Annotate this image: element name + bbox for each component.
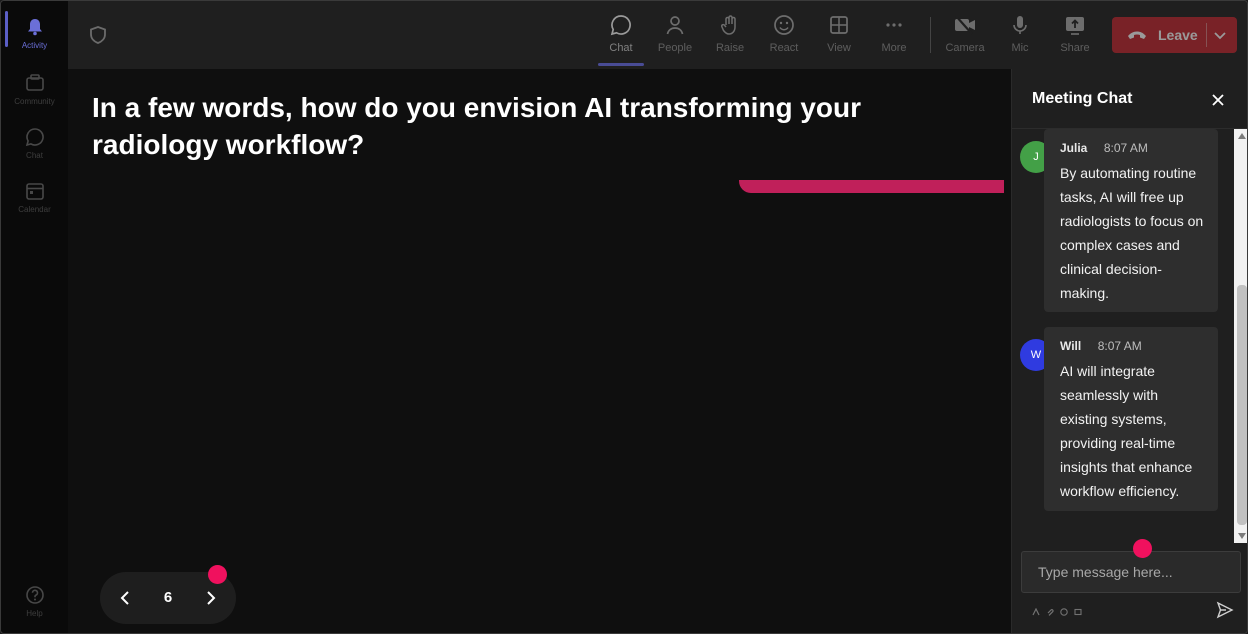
chevron-left-icon: [120, 591, 129, 605]
mic-icon: [1008, 13, 1032, 37]
share-button-label: Share: [1060, 42, 1090, 54]
react-button[interactable]: React: [758, 1, 810, 69]
rail-item-help[interactable]: Help: [1, 575, 68, 627]
highlight-dot: [208, 565, 227, 584]
close-chat-button[interactable]: [1208, 90, 1228, 110]
view-button-label: View: [827, 42, 851, 54]
mic-button-label: Mic: [1011, 42, 1029, 54]
message-text: By automating routine tasks, AI will fre…: [1060, 165, 1204, 301]
shield-icon: [88, 25, 108, 45]
share-screen-icon: [1063, 13, 1087, 37]
slide-question: In a few words, how do you envision AI t…: [92, 92, 862, 160]
people-button[interactable]: People: [649, 1, 701, 69]
raise-hand-button[interactable]: Raise: [704, 1, 756, 69]
chat-scrollbar[interactable]: [1234, 129, 1247, 543]
chat-message: Will 8:07 AM AI will integrate seamlessl…: [1044, 327, 1218, 511]
active-tab-underline: [598, 63, 644, 66]
message-time: 8:07 AM: [1097, 339, 1142, 353]
camera-button[interactable]: Camera: [939, 1, 991, 69]
emoji-icon[interactable]: [1060, 603, 1068, 616]
hand-icon: [718, 13, 742, 37]
grid-icon: [827, 13, 851, 37]
format-icon[interactable]: [1032, 603, 1040, 616]
meeting-chat-panel: Meeting Chat J Julia 8:07 AM By automati…: [1011, 69, 1247, 633]
presentation-stage: In a few words, how do you envision AI t…: [68, 69, 1011, 633]
rail-item-activity[interactable]: Activity: [1, 7, 68, 59]
toolbar-divider: [930, 17, 931, 53]
chat-button[interactable]: Chat: [595, 1, 647, 69]
chat-panel-title: Meeting Chat: [1032, 90, 1133, 107]
chevron-right-icon: [207, 591, 216, 605]
leave-split-divider: [1206, 23, 1207, 47]
highlight-dot: [1133, 539, 1152, 558]
chat-icon: [24, 126, 46, 148]
attach-icon[interactable]: [1046, 603, 1054, 616]
rail-label: Calendar: [18, 205, 51, 214]
slide-accent-bar: [739, 180, 1004, 193]
app-rail: Activity Community Chat Calendar Help: [1, 1, 68, 633]
community-icon: [24, 72, 46, 94]
format-toolbar: [1032, 603, 1082, 616]
chat-compose-box[interactable]: [1021, 551, 1241, 593]
mic-button[interactable]: Mic: [994, 1, 1046, 69]
leave-button-label: Leave: [1158, 27, 1198, 43]
rail-item-community[interactable]: Community: [1, 63, 68, 115]
scrollbar-thumb[interactable]: [1237, 285, 1247, 525]
view-button[interactable]: View: [813, 1, 865, 69]
more-button-label: More: [881, 42, 907, 54]
rail-item-chat[interactable]: Chat: [1, 117, 68, 169]
chat-message: Julia 8:07 AM By automating routine task…: [1044, 129, 1218, 312]
more-button[interactable]: More: [868, 1, 920, 69]
rail-label: Community: [14, 97, 55, 106]
message-author: Julia: [1060, 141, 1088, 155]
meeting-toolbar: Chat People Raise React View More Camera…: [68, 1, 1247, 69]
scroll-up-arrow[interactable]: [1238, 133, 1246, 139]
help-icon: [24, 584, 46, 606]
camera-button-label: Camera: [945, 42, 985, 54]
rail-item-calendar[interactable]: Calendar: [1, 171, 68, 223]
ellipsis-icon: [882, 13, 906, 37]
people-icon: [663, 13, 687, 37]
avatar-initial: W: [1030, 349, 1042, 361]
rail-label: Activity: [21, 41, 48, 50]
meeting-window: Activity Community Chat Calendar Help Ch…: [0, 0, 1248, 634]
calendar-icon: [24, 180, 46, 202]
message-time: 8:07 AM: [1103, 141, 1148, 155]
rail-label: Help: [26, 609, 43, 618]
chat-icon: [609, 13, 633, 37]
smiley-icon: [772, 13, 796, 37]
bell-icon: [24, 16, 46, 38]
chat-button-label: Chat: [609, 42, 633, 54]
message-text: AI will integrate seamlessly with existi…: [1060, 363, 1193, 499]
previous-slide-button[interactable]: [114, 586, 138, 610]
scroll-down-arrow[interactable]: [1238, 533, 1246, 539]
camera-off-icon: [953, 13, 977, 37]
share-button[interactable]: Share: [1049, 1, 1101, 69]
phone-hangup-icon: [1128, 31, 1146, 39]
raise-button-label: Raise: [715, 42, 745, 54]
close-icon: [1212, 94, 1224, 106]
react-button-label: React: [769, 42, 799, 54]
chat-message-list: J Julia 8:07 AM By automating routine ta…: [1012, 129, 1234, 543]
next-slide-button[interactable]: [198, 586, 222, 610]
avatar-initial: J: [1033, 151, 1039, 163]
chevron-down-icon[interactable]: [1212, 27, 1228, 43]
people-button-label: People: [657, 42, 693, 54]
message-input[interactable]: [1022, 552, 1240, 592]
page-number: 6: [163, 589, 173, 606]
rail-label: Chat: [26, 151, 43, 160]
leave-button[interactable]: Leave: [1112, 17, 1237, 53]
gif-icon[interactable]: [1074, 603, 1082, 616]
send-icon[interactable]: [1216, 601, 1234, 619]
message-author: Will: [1060, 339, 1082, 353]
